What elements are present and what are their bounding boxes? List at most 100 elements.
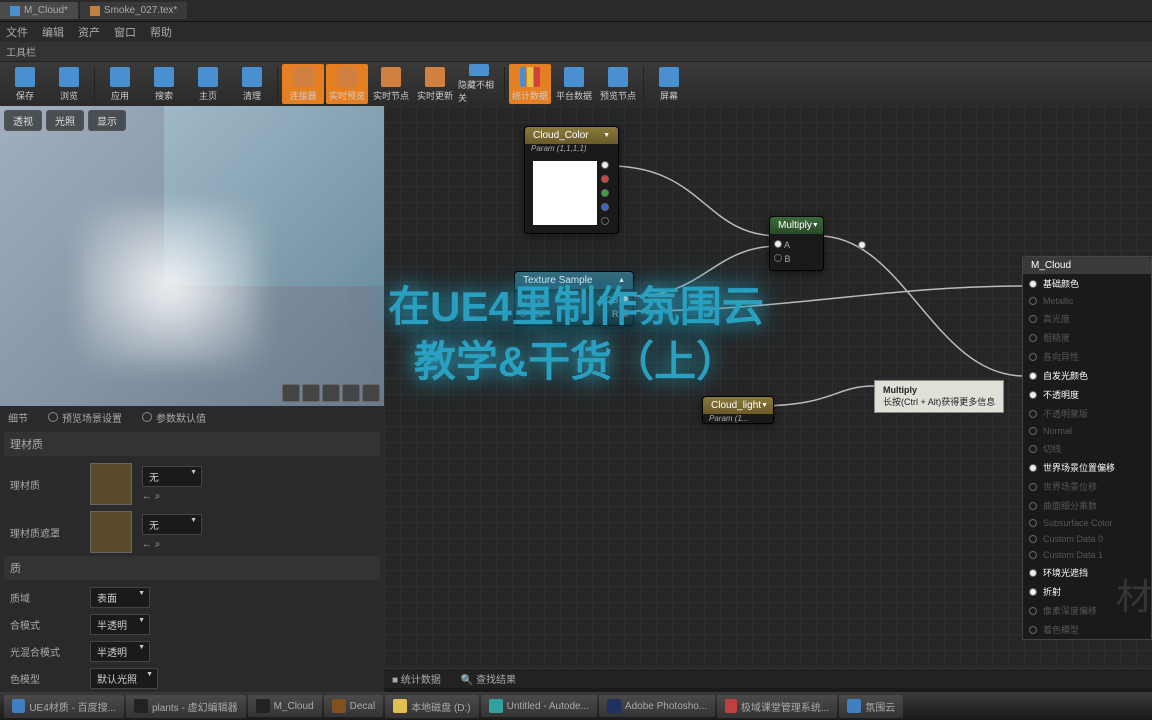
task-Untitled - Autode...[interactable]: Untitled - Autode... — [481, 695, 597, 717]
pin-Metallic[interactable]: Metallic — [1023, 293, 1151, 309]
material-viewport[interactable]: 透视 光照 显示 — [0, 106, 384, 406]
tool-搜索[interactable]: 搜索 — [143, 64, 185, 104]
pin-粗糙度[interactable]: 粗糙度 — [1023, 328, 1151, 347]
tool-主页[interactable]: 主页 — [187, 64, 229, 104]
tool-预览节点[interactable]: 预览节点 — [597, 64, 639, 104]
menu-help[interactable]: 帮助 — [150, 24, 172, 40]
pin-基础颜色[interactable]: 基础颜色 — [1023, 274, 1151, 293]
node-cloud-light[interactable]: Cloud_light ▼ Param (1... — [702, 396, 774, 424]
pin-不透明度[interactable]: 不透明度 — [1023, 385, 1151, 404]
pin-Custom Data 0[interactable]: Custom Data 0 — [1023, 531, 1151, 547]
tab-smoke[interactable]: Smoke_027.tex* — [80, 2, 187, 19]
pin-rgb[interactable] — [601, 161, 609, 169]
tool-连接器[interactable]: 连接器 — [282, 64, 324, 104]
tool-实时预览[interactable]: 实时预览 — [326, 64, 368, 104]
menu-file[interactable]: 文件 — [6, 24, 28, 40]
toolbar-label: 工具栏 — [0, 42, 1152, 62]
tab-param-defaults[interactable]: 参数默认值 — [142, 410, 206, 425]
pin-世界场景位移[interactable]: 世界场景位移 — [1023, 477, 1151, 496]
pin-曲面细分乘数[interactable]: 曲面细分乘数 — [1023, 496, 1151, 515]
tool-屏幕[interactable]: 屏幕 — [648, 64, 690, 104]
search-icon — [142, 412, 152, 422]
tool-统计数据[interactable]: 统计数据 — [509, 64, 551, 104]
pin-不透明蒙版[interactable]: 不透明蒙版 — [1023, 404, 1151, 423]
pin-g[interactable] — [601, 189, 609, 197]
pin-a[interactable] — [601, 217, 609, 225]
document-tabs: M_Cloud* Smoke_027.tex* — [0, 0, 1152, 22]
tool-实时节点[interactable]: 实时节点 — [370, 64, 412, 104]
pin-b[interactable] — [774, 254, 782, 262]
pin-Custom Data 1[interactable]: Custom Data 1 — [1023, 547, 1151, 563]
taskbar: UE4材质 - 百度搜...plants - 虚幻编辑器M_CloudDecal… — [0, 692, 1152, 720]
material-icon — [10, 6, 20, 16]
tab-mcloud[interactable]: M_Cloud* — [0, 2, 78, 19]
stats-tab-data[interactable]: ■ 统计数据 — [392, 671, 441, 686]
dropdown-色模型[interactable]: 默认光照 — [90, 668, 158, 689]
dropdown-理材质遮罩[interactable]: 无 — [142, 514, 202, 535]
thumbnail[interactable] — [90, 463, 132, 505]
node-cloud-color[interactable]: Cloud_Color ▼ Param (1,1,1,1) — [524, 126, 619, 234]
pin-高光度[interactable]: 高光度 — [1023, 309, 1151, 328]
search-icon — [48, 412, 58, 422]
pin-切线[interactable]: 切线 — [1023, 439, 1151, 458]
dropdown-理材质[interactable]: 无 — [142, 466, 202, 487]
dropdown-光混合模式[interactable]: 半透明 — [90, 641, 150, 662]
tool-应用[interactable]: 应用 — [99, 64, 141, 104]
pin-自发光颜色[interactable]: 自发光颜色 — [1023, 366, 1151, 385]
details-tabs: 细节 预览场景设置 参数默认值 — [0, 406, 384, 428]
viewport-shape-custom[interactable] — [362, 384, 380, 402]
stats-tab-find[interactable]: 🔍 查找结果 — [461, 671, 516, 686]
task-UE4材质 - 百度搜...[interactable]: UE4材质 - 百度搜... — [4, 695, 124, 718]
tab-details[interactable]: 细节 — [8, 410, 28, 425]
task-M_Cloud[interactable]: M_Cloud — [248, 695, 322, 717]
node-multiply[interactable]: Multiply ▼ A B — [769, 216, 824, 271]
pin-着色模型[interactable]: 着色模型 — [1023, 620, 1151, 639]
dropdown-质域[interactable]: 表面 — [90, 587, 150, 608]
tool-隐藏不相关[interactable]: 隐藏不相关 — [458, 64, 500, 104]
color-swatch — [533, 161, 597, 225]
dropdown-合模式[interactable]: 半透明 — [90, 614, 150, 635]
pin-世界场景位置偏移[interactable]: 世界场景位置偏移 — [1023, 458, 1151, 477]
tooltip-multiply: Multiply 长按(Ctrl + Alt)获得更多信息 — [874, 380, 1004, 413]
viewport-shape-cylinder[interactable] — [282, 384, 300, 402]
viewport-shape-plane[interactable] — [322, 384, 340, 402]
pin-rgb-out[interactable] — [621, 295, 629, 303]
tool-保存[interactable]: 保存 — [4, 64, 46, 104]
pin-r[interactable] — [601, 175, 609, 183]
node-texture-sample[interactable]: Texture Sample ▲ UVs RGB Tex R — [514, 271, 634, 326]
task-极域课堂管理系统...[interactable]: 极域课堂管理系统... — [717, 695, 837, 718]
pin-out[interactable] — [858, 241, 866, 249]
thumbnail[interactable] — [90, 511, 132, 553]
section-material[interactable]: 理材质 — [4, 432, 380, 456]
menu-window[interactable]: 窗口 — [114, 24, 136, 40]
toolbar: 保存浏览应用搜索主页清理连接器实时预览实时节点实时更新隐藏不相关统计数据平台数据… — [0, 62, 1152, 106]
pin-uvs[interactable] — [519, 295, 527, 303]
menu-edit[interactable]: 编辑 — [42, 24, 64, 40]
task-Decal[interactable]: Decal — [324, 695, 384, 717]
viewport-shape-sphere[interactable] — [302, 384, 320, 402]
watermark: 材 — [1116, 568, 1152, 620]
task-氛围云[interactable]: 氛围云 — [839, 695, 903, 718]
pin-b[interactable] — [601, 203, 609, 211]
tool-浏览[interactable]: 浏览 — [48, 64, 90, 104]
pin-a[interactable] — [774, 240, 782, 248]
pin-r-out[interactable] — [621, 309, 629, 317]
pin-Subsurface Color[interactable]: Subsurface Color — [1023, 515, 1151, 531]
task-plants - 虚幻编辑器[interactable]: plants - 虚幻编辑器 — [126, 695, 246, 718]
tool-清理[interactable]: 清理 — [231, 64, 273, 104]
viewport-shape-cube[interactable] — [342, 384, 360, 402]
viewport-show[interactable]: 显示 — [88, 110, 126, 131]
tab-preview-scene[interactable]: 预览场景设置 — [48, 410, 122, 425]
tool-平台数据[interactable]: 平台数据 — [553, 64, 595, 104]
pin-Normal[interactable]: Normal — [1023, 423, 1151, 439]
section-quality[interactable]: 质 — [4, 556, 380, 580]
viewport-lit[interactable]: 光照 — [46, 110, 84, 131]
menu-asset[interactable]: 资产 — [78, 24, 100, 40]
pin-tex[interactable] — [519, 309, 527, 317]
material-graph[interactable]: Cloud_Color ▼ Param (1,1,1,1) Texture Sa… — [384, 106, 1152, 716]
viewport-perspective[interactable]: 透视 — [4, 110, 42, 131]
tool-实时更新[interactable]: 实时更新 — [414, 64, 456, 104]
task-本地磁盘 (D:)[interactable]: 本地磁盘 (D:) — [385, 695, 478, 718]
task-Adobe Photosho...[interactable]: Adobe Photosho... — [599, 695, 715, 717]
pin-各向异性[interactable]: 各向异性 — [1023, 347, 1151, 366]
